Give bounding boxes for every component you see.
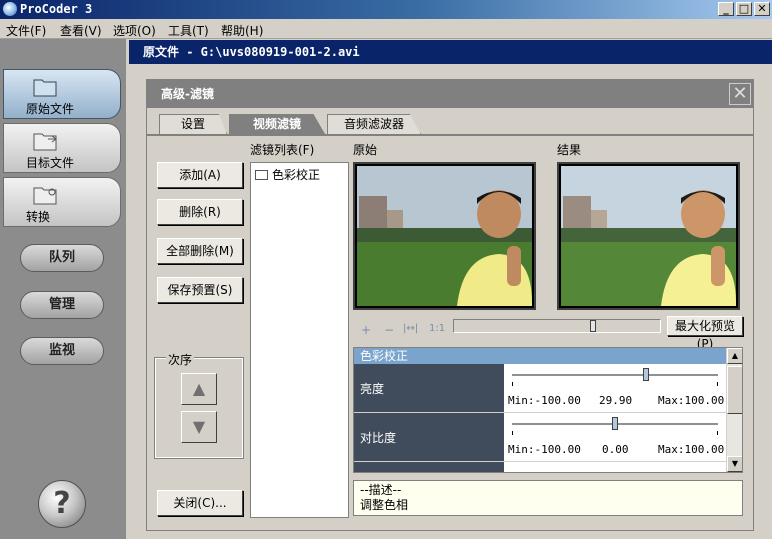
order-group: 次序 ▲ ▼ xyxy=(154,351,244,459)
tab-divider xyxy=(147,134,753,136)
property-slider-area: Min:-100.00 29.90 Max:100.00 xyxy=(504,364,726,412)
property-name xyxy=(354,462,504,472)
tab-audio-filters[interactable]: 音频滤波器 xyxy=(327,114,421,134)
properties-scrollbar[interactable]: ▲ ▼ xyxy=(727,348,742,472)
sidebar-tab-target[interactable]: 目标文件 xyxy=(3,123,121,173)
target-folder-icon xyxy=(33,133,57,151)
order-label: 次序 xyxy=(166,351,195,368)
tab-settings[interactable]: 设置 xyxy=(159,114,227,134)
close-window-button[interactable]: ✕ xyxy=(754,2,770,16)
sidebar-tab-label: 转换 xyxy=(26,210,51,224)
fit-width-icon[interactable]: |↔| xyxy=(403,323,418,334)
filter-dialog: 高级-滤镜 ✕ 设置 视频滤镜 音频滤波器 添加(A) 删除(R) 全部删除(M… xyxy=(146,79,754,531)
queue-button[interactable]: 队列 xyxy=(20,244,104,272)
close-button[interactable]: 关闭(C)... xyxy=(157,490,243,516)
original-video-frame xyxy=(357,166,532,306)
add-button[interactable]: 添加(A) xyxy=(157,162,243,188)
brightness-slider-thumb[interactable] xyxy=(642,368,649,381)
current-value: 0.00 xyxy=(602,443,629,456)
maximize-preview-button[interactable]: 最大化预览(P) xyxy=(667,316,743,351)
slider-track xyxy=(512,374,718,376)
filter-item-label: 色彩校正 xyxy=(272,168,321,182)
sidebar-tab-convert[interactable]: 转换 xyxy=(3,177,121,227)
monitor-button[interactable]: 监视 xyxy=(20,337,104,365)
min-value: Min:-100.00 xyxy=(508,443,581,456)
description-box: --描述-- 调整色相 xyxy=(353,480,743,516)
result-preview xyxy=(557,162,740,310)
folder-icon xyxy=(33,79,57,97)
preview-position-slider[interactable] xyxy=(453,319,661,333)
folder-icon xyxy=(255,170,268,180)
zoom-out-icon[interactable]: − xyxy=(384,323,394,337)
window-title: ProCoder 3 xyxy=(20,2,93,16)
sidebar-tab-label: 目标文件 xyxy=(26,156,75,170)
result-label: 结果 xyxy=(557,143,582,157)
property-slider-area xyxy=(504,462,726,472)
sidebar-tab-source[interactable]: 原始文件 xyxy=(3,69,121,119)
dialog-title: 高级-滤镜 xyxy=(147,80,753,108)
delete-button[interactable]: 删除(R) xyxy=(157,199,243,225)
menu-options[interactable]: 选项(O) xyxy=(113,22,156,39)
property-row-next xyxy=(354,462,726,472)
manage-button[interactable]: 管理 xyxy=(20,291,104,319)
min-value: Min:-100.00 xyxy=(508,394,581,407)
app-icon xyxy=(3,2,17,16)
max-value: Max:100.00 xyxy=(658,394,725,407)
original-label: 原始 xyxy=(353,143,378,157)
tab-video-filters[interactable]: 视频滤镜 xyxy=(229,114,325,134)
filter-properties-panel: 色彩校正 亮度 Min:-100.00 29.90 Max:100.00 对比度… xyxy=(353,347,743,473)
slider-ticks xyxy=(512,382,718,386)
original-preview xyxy=(353,162,536,310)
property-name: 亮度 xyxy=(354,364,504,412)
result-video-frame xyxy=(561,166,736,306)
contrast-slider-thumb[interactable] xyxy=(612,417,618,430)
menu-bar: 文件(F) 查看(V) 选项(O) 工具(T) 帮助(H) xyxy=(0,19,772,39)
title-bar: ProCoder 3 _ □ ✕ xyxy=(0,0,772,19)
zoom-in-icon[interactable]: + xyxy=(361,323,371,337)
menu-view[interactable]: 查看(V) xyxy=(60,22,102,39)
move-up-button[interactable]: ▲ xyxy=(181,373,217,405)
max-value: Max:100.00 xyxy=(658,443,725,456)
slider-ticks xyxy=(512,431,718,435)
current-value: 29.90 xyxy=(599,394,633,407)
property-row-contrast: 对比度 Min:-100.00 0.00 Max:100.00 xyxy=(354,413,726,461)
actual-size-icon[interactable]: 1:1 xyxy=(429,323,445,334)
description-title: --描述-- xyxy=(360,483,402,497)
scroll-thumb[interactable] xyxy=(727,366,742,414)
dialog-close-icon[interactable]: ✕ xyxy=(729,83,751,105)
convert-icon xyxy=(33,187,57,205)
maximize-button[interactable]: □ xyxy=(736,2,752,16)
sidebar: 原始文件 目标文件 转换 队列 管理 监视 xyxy=(0,39,126,539)
delete-all-button[interactable]: 全部删除(M) xyxy=(157,238,243,264)
menu-help[interactable]: 帮助(H) xyxy=(221,22,263,39)
description-text: 调整色相 xyxy=(360,498,409,512)
property-row-brightness: 亮度 Min:-100.00 29.90 Max:100.00 xyxy=(354,364,726,412)
save-preset-button[interactable]: 保存预置(S) xyxy=(157,277,243,303)
property-slider-area: Min:-100.00 0.00 Max:100.00 xyxy=(504,413,726,461)
menu-file[interactable]: 文件(F) xyxy=(6,22,46,39)
properties-header: 色彩校正 xyxy=(354,348,726,364)
slider-thumb[interactable] xyxy=(590,320,596,332)
filter-list[interactable]: 色彩校正 xyxy=(250,162,349,518)
scroll-down-icon[interactable]: ▼ xyxy=(727,456,742,472)
filter-list-label: 滤镜列表(F) xyxy=(250,143,315,157)
menu-tools[interactable]: 工具(T) xyxy=(168,22,209,39)
property-name: 对比度 xyxy=(354,413,504,461)
move-down-button[interactable]: ▼ xyxy=(181,411,217,443)
help-icon[interactable]: ? xyxy=(38,480,86,528)
scroll-up-icon[interactable]: ▲ xyxy=(727,348,742,364)
minimize-button[interactable]: _ xyxy=(718,2,734,16)
source-file-bar: 原文件 - G:\uvs080919-001-2.avi xyxy=(129,40,772,64)
sidebar-tab-label: 原始文件 xyxy=(26,102,75,116)
list-item[interactable]: 色彩校正 xyxy=(255,166,320,183)
